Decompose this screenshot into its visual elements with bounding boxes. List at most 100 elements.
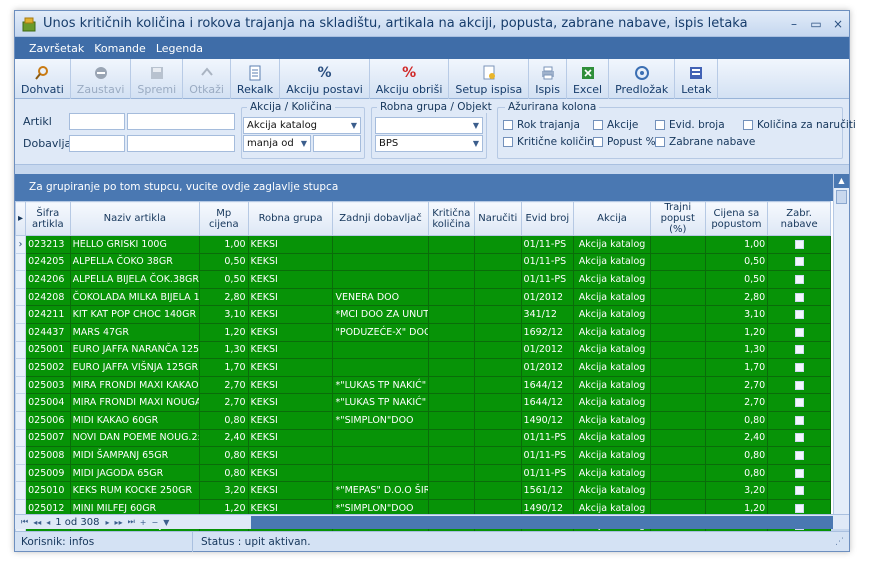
cell-naziv[interactable]: KIT KAT POP CHOC 140GR	[69, 305, 201, 324]
cell-mp-cijena[interactable]: 1,70	[199, 358, 249, 377]
cell-kriticna[interactable]	[427, 463, 476, 483]
cell-sifra[interactable]: 025006	[25, 410, 71, 430]
cell-naruciti[interactable]	[474, 287, 522, 307]
cell-akcija[interactable]: Akcija katalog	[573, 393, 651, 412]
prev-record-icon[interactable]: ◂	[46, 518, 50, 527]
cell-naziv[interactable]: MIDI ŠAMPANJ 65GR	[69, 446, 201, 465]
col-robna-grupa[interactable]: Robna grupa	[247, 201, 334, 236]
table-row[interactable]: 025006 MIDI KAKAO 60GR 0,80 KEKSI *"SIMPLON"…	[14, 410, 831, 430]
cell-naziv[interactable]: HELLO GRISKI 100G	[69, 235, 201, 254]
row-selector[interactable]	[14, 252, 27, 272]
dobavljac-name-input[interactable]	[127, 135, 235, 152]
cell-naruciti[interactable]	[474, 252, 522, 272]
minimize-button[interactable]: –	[783, 17, 805, 31]
dobavljac-code-input[interactable]	[69, 135, 125, 152]
cell-kriticna[interactable]	[427, 287, 476, 307]
cell-akcija[interactable]: Akcija katalog	[573, 340, 651, 360]
cell-naruciti[interactable]	[474, 375, 522, 395]
cell-naruciti[interactable]	[474, 340, 522, 360]
cell-popust[interactable]	[649, 287, 706, 307]
ispis-button[interactable]: Ispis	[529, 59, 567, 99]
cell-popust[interactable]	[649, 340, 706, 360]
cell-cijena-popust[interactable]: 3,10	[704, 305, 769, 324]
cell-zabr-nabave[interactable]	[767, 375, 831, 395]
cell-dobavljac[interactable]: "PODUZEĆE-X" DOO	[332, 322, 429, 342]
row-selector-header[interactable]: ▸	[14, 201, 27, 236]
scroll-up-icon[interactable]: ▲	[834, 174, 849, 188]
cell-popust[interactable]	[649, 322, 706, 342]
row-selector[interactable]	[14, 287, 27, 307]
table-row[interactable]: 024437 MARS 47GR 1,20 KEKSI "PODUZEĆE-X" DOO…	[14, 322, 831, 342]
close-button[interactable]: ×	[827, 17, 849, 31]
row-selector[interactable]	[14, 340, 27, 360]
cell-zabr-nabave[interactable]	[767, 463, 831, 483]
cell-cijena-popust[interactable]: 2,70	[704, 393, 769, 412]
checkbox-icon[interactable]	[794, 327, 804, 337]
row-selector[interactable]	[14, 270, 27, 289]
artikl-code-input[interactable]	[69, 113, 125, 130]
cell-kriticna[interactable]	[427, 428, 476, 448]
cell-sifra[interactable]: 024206	[25, 270, 71, 289]
col-akcija[interactable]: Akcija	[573, 201, 651, 236]
table-row[interactable]: 024205 ALPELLA ČOKO 38GR 0,50 KEKSI 01/11-PS…	[14, 252, 831, 272]
checkbox-icon[interactable]	[794, 292, 804, 302]
akciju-postavi-button[interactable]: % Akciju postavi	[280, 59, 370, 99]
cell-naziv[interactable]: NOVI DAN POEME NOUG.2:	[69, 428, 201, 448]
cell-evid-broj[interactable]: 1644/12	[520, 375, 575, 395]
table-row[interactable]: 025003 MIRA FRONDI MAXI KAKAO 2,70 KEKSI *"L…	[14, 375, 831, 395]
col-trajni-popust[interactable]: Trajni popust (%)	[649, 201, 706, 236]
cell-sifra[interactable]: 025007	[25, 428, 71, 448]
cell-robna-grupa[interactable]: KEKSI	[247, 375, 334, 395]
akcije-checkbox[interactable]: Akcije	[593, 119, 638, 131]
cell-naziv[interactable]: ALPELLA ČOKO 38GR	[69, 252, 201, 272]
zabrane-nabave-checkbox[interactable]: Zabrane nabave	[655, 136, 755, 148]
col-naziv-artikla[interactable]: Naziv artikla	[69, 201, 201, 236]
cell-robna-grupa[interactable]: KEKSI	[247, 340, 334, 360]
cell-popust[interactable]	[649, 410, 706, 430]
cell-naziv[interactable]: MIRA FRONDI MAXI NOUGA	[69, 393, 201, 412]
cell-cijena-popust[interactable]: 2,40	[704, 428, 769, 448]
cell-cijena-popust[interactable]: 1,20	[704, 322, 769, 342]
cell-robna-grupa[interactable]: KEKSI	[247, 287, 334, 307]
cell-robna-grupa[interactable]: KEKSI	[247, 235, 334, 254]
cell-kriticna[interactable]	[427, 270, 476, 289]
scroll-thumb[interactable]	[836, 190, 847, 204]
row-selector[interactable]: ›	[14, 235, 27, 254]
cell-kriticna[interactable]	[427, 305, 476, 324]
akcija-select[interactable]: Akcija katalog ▼	[243, 117, 361, 134]
delete-record-icon[interactable]: −	[151, 518, 158, 527]
cell-mp-cijena[interactable]: 2,70	[199, 375, 249, 395]
cell-popust[interactable]	[649, 463, 706, 483]
checkbox-icon[interactable]	[794, 450, 804, 460]
cell-dobavljac[interactable]: *"MEPAS" D.O.O ŠIR	[332, 481, 429, 500]
cell-cijena-popust[interactable]: 0,80	[704, 410, 769, 430]
maximize-button[interactable]: ▭	[805, 17, 827, 31]
artikl-name-input[interactable]	[127, 113, 235, 130]
cell-zabr-nabave[interactable]	[767, 322, 831, 342]
row-selector[interactable]	[14, 463, 27, 483]
checkbox-icon[interactable]	[794, 398, 804, 408]
group-by-panel[interactable]: Za grupiranje po tom stupcu, vucite ovdj…	[15, 174, 849, 201]
row-selector[interactable]	[14, 393, 27, 412]
cell-akcija[interactable]: Akcija katalog	[573, 428, 651, 448]
cell-akcija[interactable]: Akcija katalog	[573, 463, 651, 483]
cell-zabr-nabave[interactable]	[767, 481, 831, 500]
cell-cijena-popust[interactable]: 2,70	[704, 375, 769, 395]
cell-mp-cijena[interactable]: 0,80	[199, 463, 249, 483]
cell-mp-cijena[interactable]: 1,20	[199, 322, 249, 342]
cell-kriticna[interactable]	[427, 235, 476, 254]
cell-akcija[interactable]: Akcija katalog	[573, 481, 651, 500]
table-row[interactable]: 025010 KEKS RUM KOCKE 250GR 3,20 KEKSI *"MEP…	[14, 481, 831, 500]
spremi-button[interactable]: Spremi	[131, 59, 184, 99]
cell-naruciti[interactable]	[474, 322, 522, 342]
cell-dobavljac[interactable]	[332, 358, 429, 377]
zaustavi-button[interactable]: Zaustavi	[71, 59, 132, 99]
kolicina-input[interactable]	[313, 135, 361, 152]
checkbox-icon[interactable]	[794, 274, 804, 284]
cell-kriticna[interactable]	[427, 393, 476, 412]
cell-mp-cijena[interactable]: 0,80	[199, 446, 249, 465]
cell-popust[interactable]	[649, 393, 706, 412]
cell-robna-grupa[interactable]: KEKSI	[247, 358, 334, 377]
cell-naruciti[interactable]	[474, 481, 522, 500]
cell-mp-cijena[interactable]: 0,80	[199, 410, 249, 430]
